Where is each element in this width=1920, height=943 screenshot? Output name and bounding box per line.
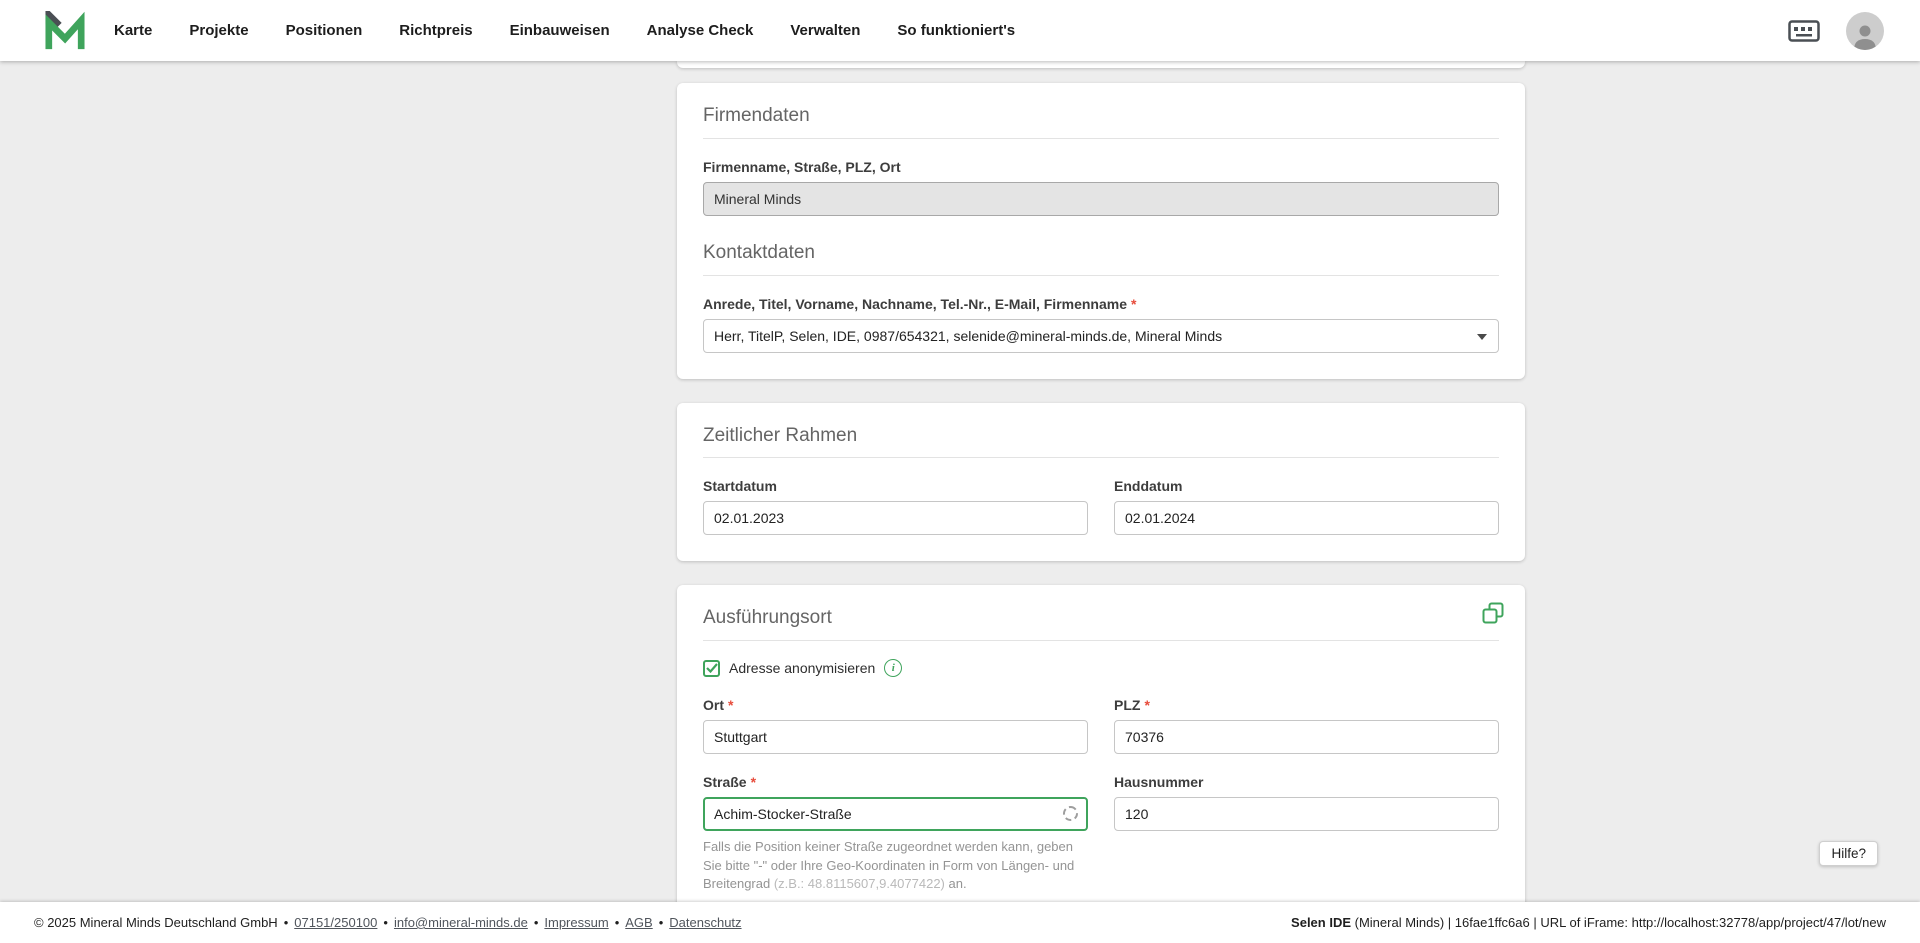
bullet-separator: • <box>283 915 289 930</box>
contact-select[interactable]: Herr, TitelP, Selen, IDE, 0987/654321, s… <box>703 318 1499 353</box>
anonymize-address-row: Adresse anonymisieren i <box>703 659 1499 678</box>
info-icon[interactable]: i <box>884 659 903 678</box>
startdatum-input[interactable] <box>703 501 1088 536</box>
bullet-separator: • <box>658 915 664 930</box>
nav-item-richtpreis[interactable]: Richtpreis <box>399 22 472 39</box>
enddatum-label: Enddatum <box>1114 478 1183 495</box>
nav-item-analyse-check[interactable]: Analyse Check <box>647 22 754 39</box>
divider <box>703 137 1499 139</box>
footer-phone-link[interactable]: 07151/250100 <box>294 915 377 930</box>
ort-label: Ort * <box>703 697 1088 713</box>
footer-left: © 2025 Mineral Minds Deutschland GmbH • … <box>34 915 742 930</box>
required-marker: * <box>1144 697 1150 714</box>
company-label: Firmenname, Straße, PLZ, Ort <box>703 158 901 175</box>
navbar: Karte Projekte Positionen Richtpreis Ein… <box>0 0 1920 61</box>
hausnummer-label: Hausnummer <box>1114 774 1204 791</box>
nav-item-karte[interactable]: Karte <box>114 22 152 39</box>
enddatum-input[interactable] <box>1114 501 1499 536</box>
user-avatar[interactable] <box>1846 11 1884 50</box>
footer-agb-link[interactable]: AGB <box>625 915 652 930</box>
strasse-label: Straße * <box>703 774 1088 790</box>
server-icon[interactable] <box>1788 19 1820 42</box>
plz-label: PLZ * <box>1114 697 1499 713</box>
bullet-separator: • <box>614 915 620 930</box>
company-input <box>703 181 1499 216</box>
hint-suffix-text: an. <box>944 876 967 892</box>
plz-input[interactable] <box>1114 720 1499 755</box>
nav-item-verwalten[interactable]: Verwalten <box>790 22 860 39</box>
required-marker: * <box>728 697 734 714</box>
strasse-input[interactable] <box>703 797 1088 832</box>
nav-item-einbauweisen[interactable]: Einbauweisen <box>510 22 610 39</box>
person-icon <box>1854 25 1876 50</box>
startdatum-label: Startdatum <box>703 478 777 495</box>
anonymize-checkbox[interactable] <box>703 659 720 677</box>
copyright-text: © 2025 Mineral Minds Deutschland GmbH <box>34 915 278 930</box>
copy-icon[interactable] <box>1481 601 1505 625</box>
footer-app-name: Selen IDE <box>1291 915 1352 930</box>
contact-label-text: Anrede, Titel, Vorname, Nachname, Tel.-N… <box>703 295 1128 312</box>
card-firmendaten: Firmendaten Firmenname, Straße, PLZ, Ort… <box>677 83 1525 379</box>
anonymize-label: Adresse anonymisieren <box>729 660 876 677</box>
zeitlicher-rahmen-title: Zeitlicher Rahmen <box>703 424 858 446</box>
card-partial-top <box>677 61 1525 68</box>
form-column: Firmendaten Firmenname, Straße, PLZ, Ort… <box>677 61 1525 902</box>
footer-right: Selen IDE (Mineral Minds) | 16fae1ffc6a6… <box>1291 915 1886 930</box>
hausnummer-input[interactable] <box>1114 797 1499 832</box>
kontaktdaten-title: Kontaktdaten <box>703 241 815 263</box>
main-content: Firmendaten Firmenname, Straße, PLZ, Ort… <box>0 61 1920 902</box>
required-marker: * <box>1131 295 1137 312</box>
chevron-down-icon <box>1477 333 1487 340</box>
mineral-minds-logo-icon[interactable] <box>44 10 86 51</box>
ort-label-text: Ort <box>703 697 724 714</box>
main-navigation: Karte Projekte Positionen Richtpreis Ein… <box>114 22 1015 39</box>
footer: © 2025 Mineral Minds Deutschland GmbH • … <box>0 902 1920 943</box>
required-marker: * <box>750 774 757 791</box>
strasse-label-text: Straße <box>703 774 747 791</box>
help-button[interactable]: Hilfe? <box>1819 841 1878 866</box>
nav-item-so-funktionierts[interactable]: So funktioniert's <box>897 22 1015 39</box>
card-zeitlicher-rahmen: Zeitlicher Rahmen Startdatum Enddatum <box>677 402 1525 562</box>
contact-select-value: Herr, TitelP, Selen, IDE, 0987/654321, s… <box>714 327 1223 344</box>
footer-datenschutz-link[interactable]: Datenschutz <box>669 915 741 930</box>
nav-item-positionen[interactable]: Positionen <box>286 22 363 39</box>
ort-input[interactable] <box>703 720 1088 755</box>
footer-debug-info: (Mineral Minds) | 16fae1ffc6a6 | URL of … <box>1351 915 1886 930</box>
navbar-right-controls <box>1788 11 1884 50</box>
footer-impressum-link[interactable]: Impressum <box>544 915 608 930</box>
bullet-separator: • <box>383 915 388 930</box>
contact-label: Anrede, Titel, Vorname, Nachname, Tel.-N… <box>703 296 1499 312</box>
footer-email-link[interactable]: info@mineral-minds.de <box>394 915 528 930</box>
plz-label-text: PLZ <box>1114 697 1141 714</box>
bullet-separator: • <box>533 915 539 930</box>
strasse-hint: Falls die Position keiner Straße zugeord… <box>703 838 1088 893</box>
card-ausfuehrungsort: Ausführungsort Adresse anonymisieren i O… <box>677 585 1525 902</box>
check-icon <box>705 663 718 674</box>
firmendaten-title: Firmendaten <box>703 105 810 126</box>
ausfuehrungsort-title: Ausführungsort <box>703 607 832 629</box>
hint-example-text: (z.B.: 48.8115607,9.4077422) <box>773 876 945 892</box>
divider <box>703 640 1499 642</box>
nav-item-projekte[interactable]: Projekte <box>189 22 248 39</box>
divider <box>703 274 1499 276</box>
